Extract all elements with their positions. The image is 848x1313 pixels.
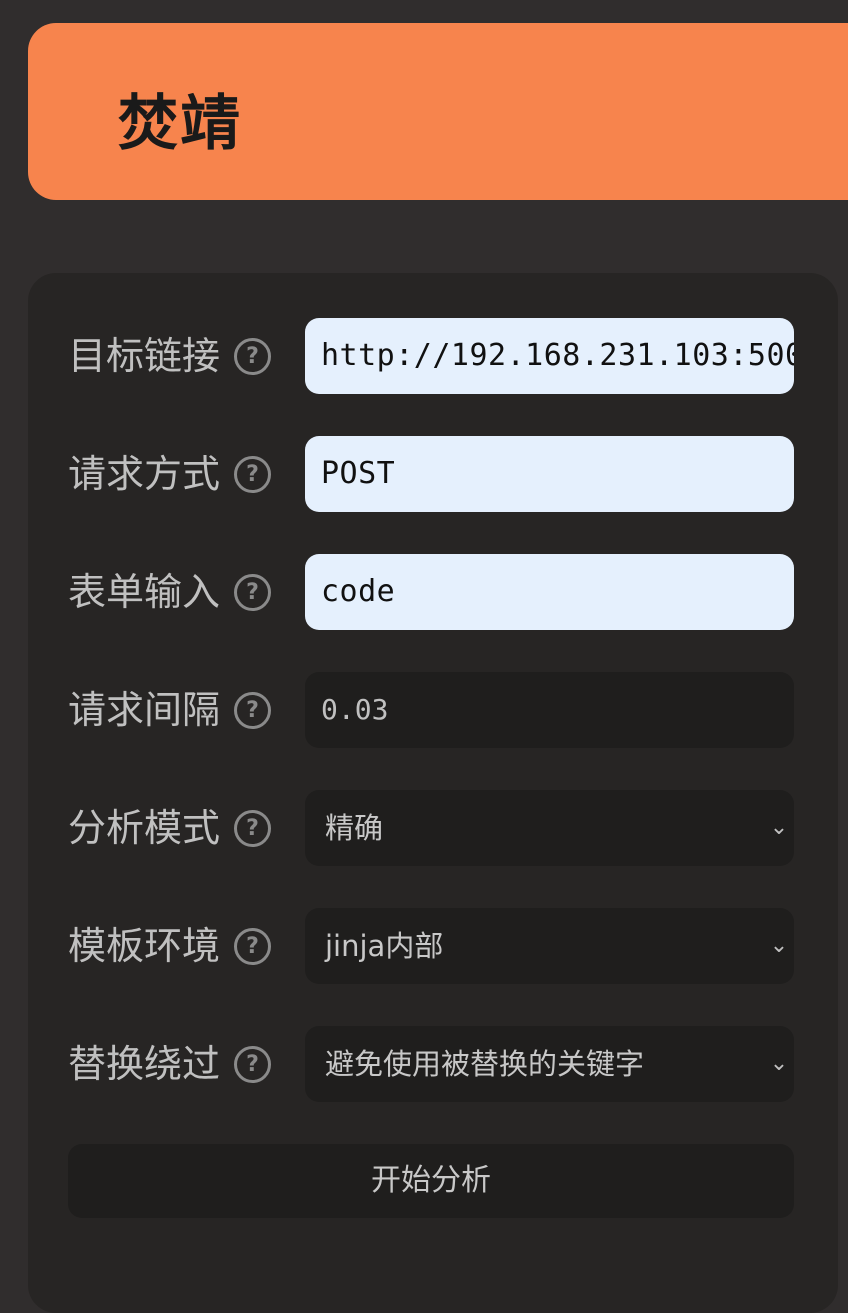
help-icon[interactable]: ? — [234, 928, 271, 965]
template-env-value: jinja内部 — [325, 929, 444, 963]
row-method: 请求方式 ? POST — [28, 435, 838, 513]
chevron-down-icon: ⌄ — [769, 815, 789, 840]
chevron-down-icon: ⌄ — [769, 933, 789, 958]
app-title: 焚靖 — [118, 89, 242, 159]
help-icon[interactable]: ? — [234, 810, 271, 847]
row-replace-bypass: 替换绕过 ? 避免使用被替换的关键字 ⌄ — [28, 1025, 838, 1103]
target-url-label: 目标链接 — [68, 334, 221, 378]
analysis-mode-label: 分析模式 — [68, 806, 221, 850]
analysis-form-panel: 目标链接 ? http://192.168.231.103:500 请求方式 ?… — [28, 273, 838, 1313]
help-icon[interactable]: ? — [234, 338, 271, 375]
replace-bypass-value: 避免使用被替换的关键字 — [325, 1047, 645, 1081]
method-label: 请求方式 — [68, 452, 221, 496]
app-header: 焚靖 — [28, 23, 848, 200]
replace-bypass-select[interactable]: 避免使用被替换的关键字 ⌄ — [305, 1026, 794, 1102]
interval-input[interactable]: 0.03 — [305, 672, 794, 748]
form-input-field[interactable]: code — [305, 554, 794, 630]
help-icon[interactable]: ? — [234, 1046, 271, 1083]
form-input-label: 表单输入 — [68, 570, 221, 614]
analysis-mode-select[interactable]: 精确 ⌄ — [305, 790, 794, 866]
row-form-input: 表单输入 ? code — [28, 553, 838, 631]
row-interval: 请求间隔 ? 0.03 — [28, 671, 838, 749]
replace-bypass-label: 替换绕过 — [68, 1042, 221, 1086]
help-icon[interactable]: ? — [234, 692, 271, 729]
interval-label: 请求间隔 — [68, 688, 221, 732]
start-analysis-button[interactable]: 开始分析 — [68, 1144, 794, 1218]
help-icon[interactable]: ? — [234, 574, 271, 611]
help-icon[interactable]: ? — [234, 456, 271, 493]
analysis-mode-value: 精确 — [325, 811, 384, 845]
chevron-down-icon: ⌄ — [769, 1051, 789, 1076]
template-env-select[interactable]: jinja内部 ⌄ — [305, 908, 794, 984]
row-analysis-mode: 分析模式 ? 精确 ⌄ — [28, 789, 838, 867]
row-template-env: 模板环境 ? jinja内部 ⌄ — [28, 907, 838, 985]
row-target-url: 目标链接 ? http://192.168.231.103:500 — [28, 317, 838, 395]
target-url-input[interactable]: http://192.168.231.103:500 — [305, 318, 794, 394]
template-env-label: 模板环境 — [68, 924, 221, 968]
method-input[interactable]: POST — [305, 436, 794, 512]
